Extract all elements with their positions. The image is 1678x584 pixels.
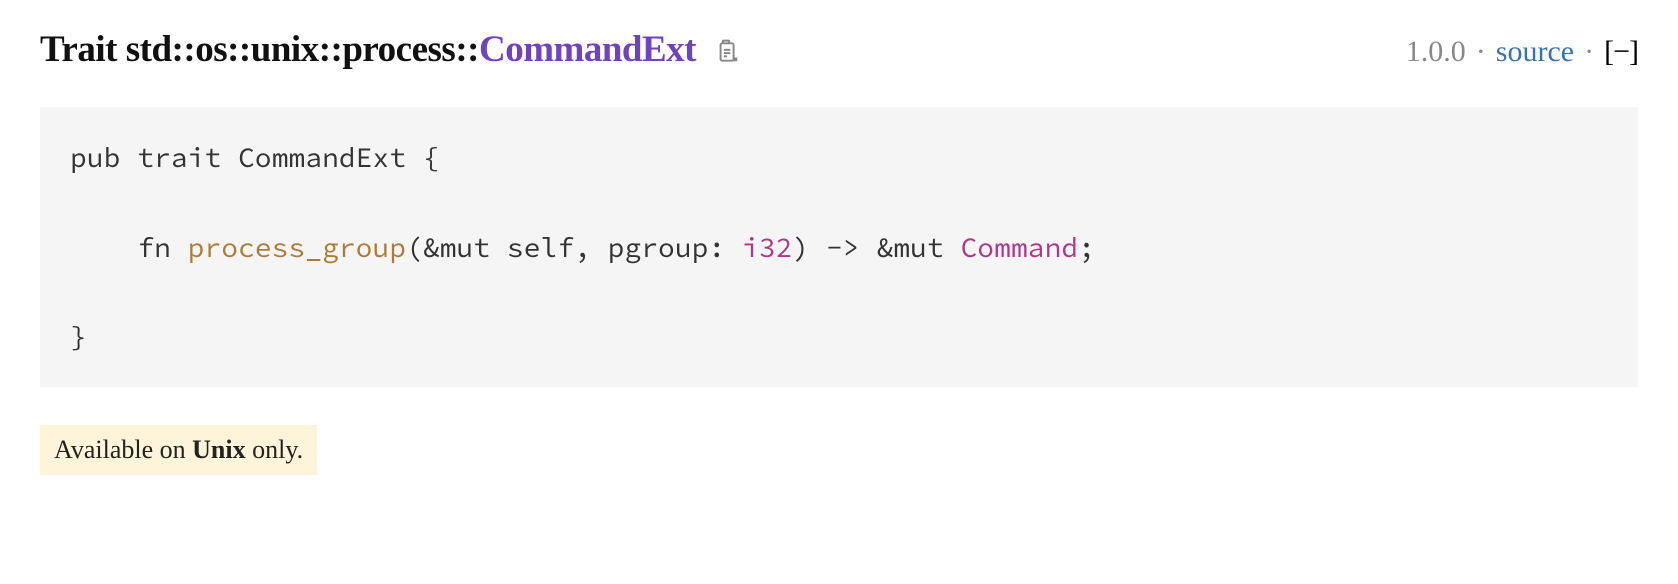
item-kind: Trait	[40, 29, 126, 70]
method-link-process-group[interactable]: process_group	[188, 229, 406, 265]
path-separator: ::	[227, 29, 251, 70]
code-line: }	[70, 318, 87, 354]
path-separator: ::	[172, 29, 196, 70]
copy-path-icon[interactable]	[712, 38, 740, 66]
meta-separator: ·	[1580, 35, 1598, 69]
source-link[interactable]: source	[1496, 35, 1574, 69]
path-link-process[interactable]: process	[342, 29, 455, 70]
path-separator: ::	[455, 29, 479, 70]
header-meta: 1.0.0 · source · [−]	[1406, 35, 1638, 69]
type-link-i32[interactable]: i32	[742, 229, 792, 265]
since-version: 1.0.0	[1406, 35, 1466, 69]
code-text: ) -> &mut	[792, 229, 960, 265]
path-separator: ::	[319, 29, 343, 70]
type-name: CommandExt	[479, 29, 696, 70]
declaration-code: pub trait CommandExt { fn process_group(…	[40, 107, 1638, 387]
page-title: Trait std::os::unix::process::CommandExt	[40, 28, 696, 71]
collapse-toggle[interactable]: [−]	[1604, 35, 1638, 69]
availability-badge: Available on Unix only.	[40, 425, 317, 475]
availability-prefix: Available on	[54, 435, 192, 464]
availability-platform: Unix	[192, 435, 245, 464]
code-text: ;	[1078, 229, 1095, 265]
availability-suffix: only.	[246, 435, 304, 464]
type-link-command[interactable]: Command	[960, 229, 1078, 265]
code-text: (&mut self, pgroup:	[406, 229, 742, 265]
heading-group: Trait std::os::unix::process::CommandExt	[40, 28, 740, 71]
path-link-std[interactable]: std	[126, 29, 172, 70]
path-link-os[interactable]: os	[195, 29, 227, 70]
page-header: Trait std::os::unix::process::CommandExt…	[40, 28, 1638, 71]
code-keyword-fn: fn	[137, 229, 187, 265]
code-line: pub trait CommandExt {	[70, 139, 440, 175]
meta-separator: ·	[1472, 35, 1490, 69]
path-link-unix[interactable]: unix	[251, 29, 319, 70]
